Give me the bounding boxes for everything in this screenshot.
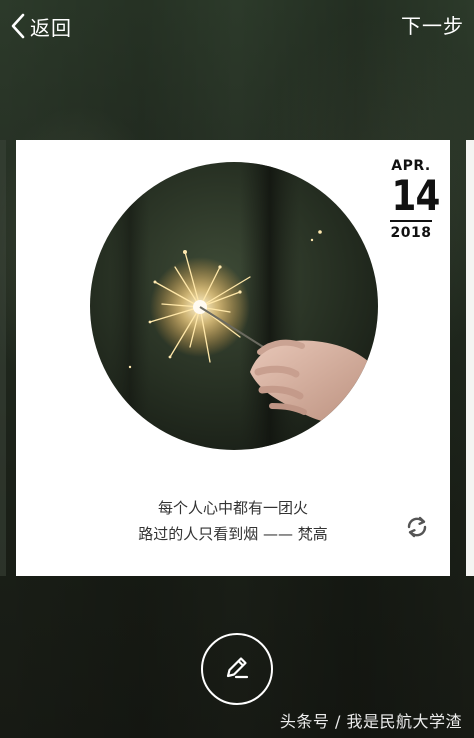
next-step-button[interactable]: 下一步 <box>401 10 464 42</box>
edit-pencil-icon <box>222 652 252 686</box>
date-day: 14 <box>391 171 440 220</box>
top-navigation-bar: 返回 下一步 <box>0 0 474 52</box>
watermark-text: 头条号 / 我是民航大学渣 <box>279 712 462 731</box>
sparkler-photo-image <box>90 162 378 450</box>
template-card: APR. 14 2018 每个人心中都有一团火 路过的人只看到烟 —— 梵高 <box>16 140 450 576</box>
next-card-peek[interactable] <box>466 140 474 576</box>
date-year: 2018 <box>390 225 432 241</box>
quote-text: 每个人心中都有一团火 路过的人只看到烟 —— 梵高 <box>16 495 450 547</box>
edit-button[interactable] <box>201 633 273 705</box>
quote-line-1: 每个人心中都有一团火 <box>157 499 308 517</box>
quote-line-2: 路过的人只看到烟 —— 梵高 <box>138 525 328 543</box>
date-badge: APR. 14 2018 <box>388 158 440 241</box>
back-button[interactable]: 返回 <box>10 10 72 42</box>
date-divider <box>390 220 432 222</box>
refresh-icon <box>402 516 432 546</box>
chevron-left-icon <box>10 12 26 40</box>
back-label: 返回 <box>30 15 72 40</box>
refresh-button[interactable] <box>402 512 432 542</box>
circular-photo[interactable] <box>90 162 378 450</box>
previous-card-peek[interactable] <box>0 140 6 576</box>
